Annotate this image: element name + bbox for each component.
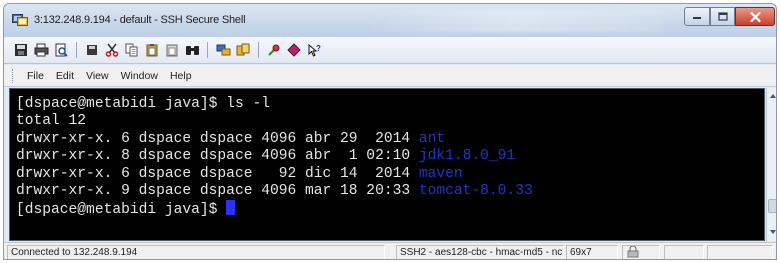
status-bar: Connected to 132.248.9.194 SSH2 - aes128… — [4, 242, 776, 259]
maximize-button[interactable] — [710, 7, 735, 26]
directory-name: jdk1.8.0_91 — [418, 148, 516, 165]
toolbar-separator — [258, 42, 259, 58]
toolbar-separator — [76, 42, 77, 58]
cut-icon — [105, 43, 119, 57]
cut-button[interactable] — [103, 41, 121, 59]
disk-button[interactable] — [83, 41, 101, 59]
status-icon-cell — [622, 245, 660, 259]
entry-meta: drwxr-xr-x. 9 dspace dspace 4096 mar 18 … — [16, 183, 419, 200]
title-bar[interactable]: 3:132.248.9.194 - default - SSH Secure S… — [4, 4, 776, 37]
current-prompt: [dspace@metabidi java]$ — [16, 202, 227, 219]
aero-glass-reflection — [364, 10, 664, 32]
save-button[interactable] — [12, 41, 30, 59]
minimize-button[interactable] — [684, 7, 710, 26]
toolbar: ? — [4, 37, 776, 64]
print-preview-button[interactable] — [52, 41, 70, 59]
close-icon — [749, 11, 761, 22]
maximize-icon — [717, 12, 728, 21]
menu-grip[interactable] — [12, 68, 15, 83]
entry-meta: drwxr-xr-x. 6 dspace dspace 92 dic 14 20… — [16, 165, 419, 182]
disk-icon — [87, 45, 97, 55]
keygen-icon — [287, 43, 301, 57]
entry-meta: drwxr-xr-x. 6 dspace dspace 4096 abr 29 … — [16, 130, 419, 147]
menu-view[interactable]: View — [80, 70, 115, 82]
scroll-up-icon[interactable] — [769, 92, 777, 100]
quick-connect-icon — [216, 44, 230, 56]
paste-special-icon — [166, 44, 178, 57]
status-empty-cell — [664, 245, 704, 259]
vertical-scrollbar[interactable] — [766, 88, 777, 241]
menu-edit[interactable]: Edit — [50, 70, 80, 82]
print-icon — [34, 43, 48, 57]
save-icon — [15, 44, 27, 56]
profiles-button[interactable] — [234, 41, 252, 59]
directory-name: maven — [418, 165, 463, 182]
ssh-client-window: 3:132.248.9.194 - default - SSH Secure S… — [3, 3, 777, 260]
connection-status: Connected to 132.248.9.194 — [7, 245, 385, 259]
svg-text:?: ? — [316, 44, 321, 53]
close-button[interactable] — [735, 7, 775, 26]
help-icon: ? — [308, 43, 321, 57]
terminal-command-line: [dspace@metabidi java]$ ls -l — [16, 96, 270, 112]
terminal-output[interactable]: [dspace@metabidi java]$ ls -l total 12 d… — [9, 88, 765, 241]
connection-lock-icon — [627, 246, 639, 258]
menu-window[interactable]: Window — [115, 70, 164, 82]
paste-icon — [146, 44, 158, 57]
settings-icon — [268, 44, 280, 56]
directory-name: ant — [418, 130, 446, 147]
minimize-icon — [693, 16, 701, 19]
terminal-total-line: total 12 — [16, 113, 87, 130]
settings-button[interactable] — [265, 41, 283, 59]
terminal-size-status: 69x7 — [566, 245, 618, 259]
status-empty-cell — [707, 245, 773, 259]
terminal-entry-line: drwxr-xr-x. 6 dspace dspace 92 dic 14 20… — [16, 166, 764, 183]
terminal-entry-line: drwxr-xr-x. 8 dspace dspace 4096 abr 1 0… — [16, 148, 764, 165]
quick-connect-button[interactable] — [214, 41, 232, 59]
print-preview-icon — [55, 43, 68, 57]
entry-meta: drwxr-xr-x. 8 dspace dspace 4096 abr 1 0… — [16, 148, 419, 165]
directory-name: tomcat-8.0.33 — [418, 183, 533, 200]
print-button[interactable] — [32, 41, 50, 59]
terminal-entry-line: drwxr-xr-x. 6 dspace dspace 4096 abr 29 … — [16, 131, 764, 148]
scrollbar-thumb[interactable] — [768, 199, 776, 213]
scroll-down-icon[interactable] — [769, 228, 777, 236]
terminal-prompt-line[interactable]: [dspace@metabidi java]$ — [16, 200, 764, 219]
keygen-button[interactable] — [285, 41, 303, 59]
profiles-icon — [236, 43, 249, 56]
menu-bar: File Edit View Window Help — [4, 65, 776, 87]
window-title: 3:132.248.9.194 - default - SSH Secure S… — [34, 14, 246, 26]
terminal-entry-line: drwxr-xr-x. 9 dspace dspace 4096 mar 18 … — [16, 183, 764, 200]
find-button[interactable] — [183, 41, 201, 59]
text-cursor — [226, 200, 236, 216]
toolbar-separator — [207, 42, 208, 58]
menu-help[interactable]: Help — [164, 70, 198, 82]
copy-icon — [125, 43, 138, 57]
menu-file[interactable]: File — [21, 70, 50, 82]
paste-button[interactable] — [143, 41, 161, 59]
cipher-status: SSH2 - aes128-cbc - hmac-md5 - nc — [396, 245, 564, 259]
help-button[interactable]: ? — [305, 41, 323, 59]
paste-special-button[interactable] — [163, 41, 181, 59]
copy-button[interactable] — [123, 41, 141, 59]
find-icon — [185, 46, 199, 55]
ssh-app-icon[interactable] — [12, 13, 28, 27]
